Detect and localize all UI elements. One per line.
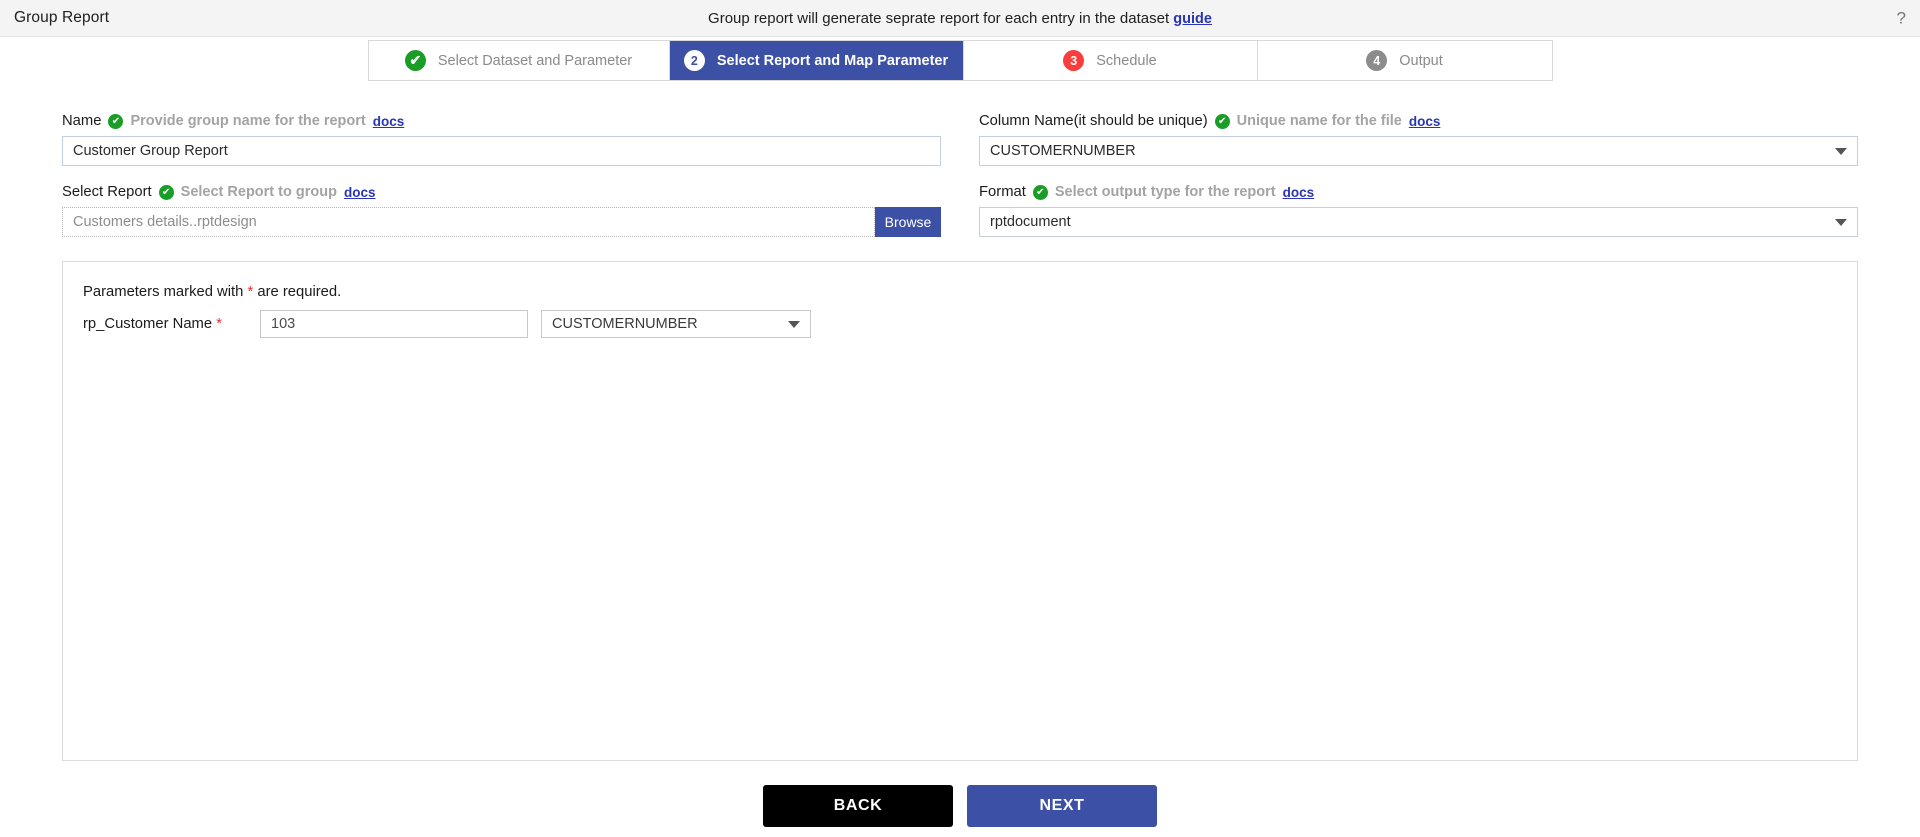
step-3-number-icon: 3 <box>1063 50 1085 71</box>
parameters-note-prefix: Parameters marked with <box>83 284 248 300</box>
field-name: Name ✔ Provide group name for the report… <box>62 113 941 166</box>
field-name-label: Name <box>62 113 102 129</box>
chevron-down-icon <box>788 320 800 328</box>
step-4-number-icon: 4 <box>1366 50 1388 71</box>
chevron-down-icon <box>1835 218 1847 226</box>
footer-actions: BACK NEXT <box>0 761 1920 827</box>
select-report-docs-link[interactable]: docs <box>344 185 376 200</box>
select-report-input[interactable] <box>62 207 875 237</box>
step-4-label: Output <box>1399 52 1443 69</box>
guide-link[interactable]: guide <box>1173 11 1212 27</box>
parameter-name-text: rp_Customer Name <box>83 316 213 332</box>
field-name-label-row: Name ✔ Provide group name for the report… <box>62 113 941 129</box>
format-docs-link[interactable]: docs <box>1283 185 1315 200</box>
select-report-valid-check-icon: ✔ <box>158 184 174 200</box>
parameter-required-star: * <box>216 316 222 332</box>
step-1-label: Select Dataset and Parameter <box>437 52 633 69</box>
field-column-name-hint: Unique name for the file <box>1236 113 1402 129</box>
top-bar: Group Report Group report will generate … <box>0 0 1920 37</box>
field-format-label-row: Format ✔ Select output type for the repo… <box>979 184 1858 200</box>
column-name-valid-check-icon: ✔ <box>1214 113 1230 129</box>
question-mark-icon[interactable]: ? <box>1897 10 1906 27</box>
field-format-hint: Select output type for the report <box>1054 184 1276 200</box>
parameter-row: rp_Customer Name * CUSTOMERNUMBER <box>83 310 1837 338</box>
format-select[interactable]: rptdocument <box>979 207 1858 237</box>
column-name-selected-value: CUSTOMERNUMBER <box>990 143 1136 159</box>
parameter-column-mapping-value: CUSTOMERNUMBER <box>552 316 698 332</box>
form-column-left: Name ✔ Provide group name for the report… <box>62 113 941 255</box>
browse-button[interactable]: Browse <box>875 207 941 237</box>
field-column-name: Column Name(it should be unique) ✔ Uniqu… <box>979 113 1858 166</box>
format-valid-check-icon: ✔ <box>1032 184 1048 200</box>
column-name-docs-link[interactable]: docs <box>1409 114 1441 129</box>
parameter-column-mapping-select[interactable]: CUSTOMERNUMBER <box>541 310 811 338</box>
step-schedule[interactable]: 3 Schedule <box>963 41 1258 80</box>
parameter-name-label: rp_Customer Name * <box>83 316 260 332</box>
field-column-name-label: Column Name(it should be unique) <box>979 113 1208 129</box>
column-name-select[interactable]: CUSTOMERNUMBER <box>979 136 1858 166</box>
field-select-report-label-row: Select Report ✔ Select Report to group d… <box>62 184 941 200</box>
parameters-panel: Parameters marked with * are required. r… <box>62 261 1858 761</box>
next-button[interactable]: NEXT <box>967 785 1157 827</box>
top-bar-message-text: Group report will generate seprate repor… <box>708 9 1170 27</box>
step-1-check-icon: ✔ <box>404 50 426 71</box>
step-2-number-icon: 2 <box>683 50 705 71</box>
name-docs-link[interactable]: docs <box>373 114 405 129</box>
select-report-row: Browse <box>62 207 941 237</box>
field-format: Format ✔ Select output type for the repo… <box>979 184 1858 237</box>
step-select-report-and-map-parameter[interactable]: 2 Select Report and Map Parameter <box>669 41 964 80</box>
back-button[interactable]: BACK <box>763 785 953 827</box>
wizard-stepper-wrap: ✔ Select Dataset and Parameter 2 Select … <box>0 37 1920 81</box>
field-format-label: Format <box>979 184 1026 200</box>
wizard-stepper: ✔ Select Dataset and Parameter 2 Select … <box>367 40 1553 81</box>
form-column-right: Column Name(it should be unique) ✔ Uniqu… <box>979 113 1858 255</box>
step-output[interactable]: 4 Output <box>1257 41 1552 80</box>
step-2-label: Select Report and Map Parameter <box>716 52 949 69</box>
step-3-label: Schedule <box>1096 52 1157 69</box>
app-title: Group Report <box>14 9 110 26</box>
top-bar-message: Group report will generate seprate repor… <box>0 10 1920 27</box>
chevron-down-icon <box>1835 147 1847 155</box>
field-column-name-label-row: Column Name(it should be unique) ✔ Uniqu… <box>979 113 1858 129</box>
name-input[interactable] <box>62 136 941 166</box>
parameters-note-suffix: are required. <box>253 284 342 300</box>
name-valid-check-icon: ✔ <box>108 113 124 129</box>
format-selected-value: rptdocument <box>990 214 1071 230</box>
step-select-dataset-and-parameter[interactable]: ✔ Select Dataset and Parameter <box>368 41 670 80</box>
form-area: Name ✔ Provide group name for the report… <box>0 81 1920 255</box>
field-select-report: Select Report ✔ Select Report to group d… <box>62 184 941 237</box>
field-select-report-label: Select Report <box>62 184 152 200</box>
field-name-hint: Provide group name for the report <box>130 113 366 129</box>
field-select-report-hint: Select Report to group <box>180 184 337 200</box>
parameter-value-input[interactable] <box>260 310 528 338</box>
parameters-required-note: Parameters marked with * are required. <box>83 284 1837 300</box>
